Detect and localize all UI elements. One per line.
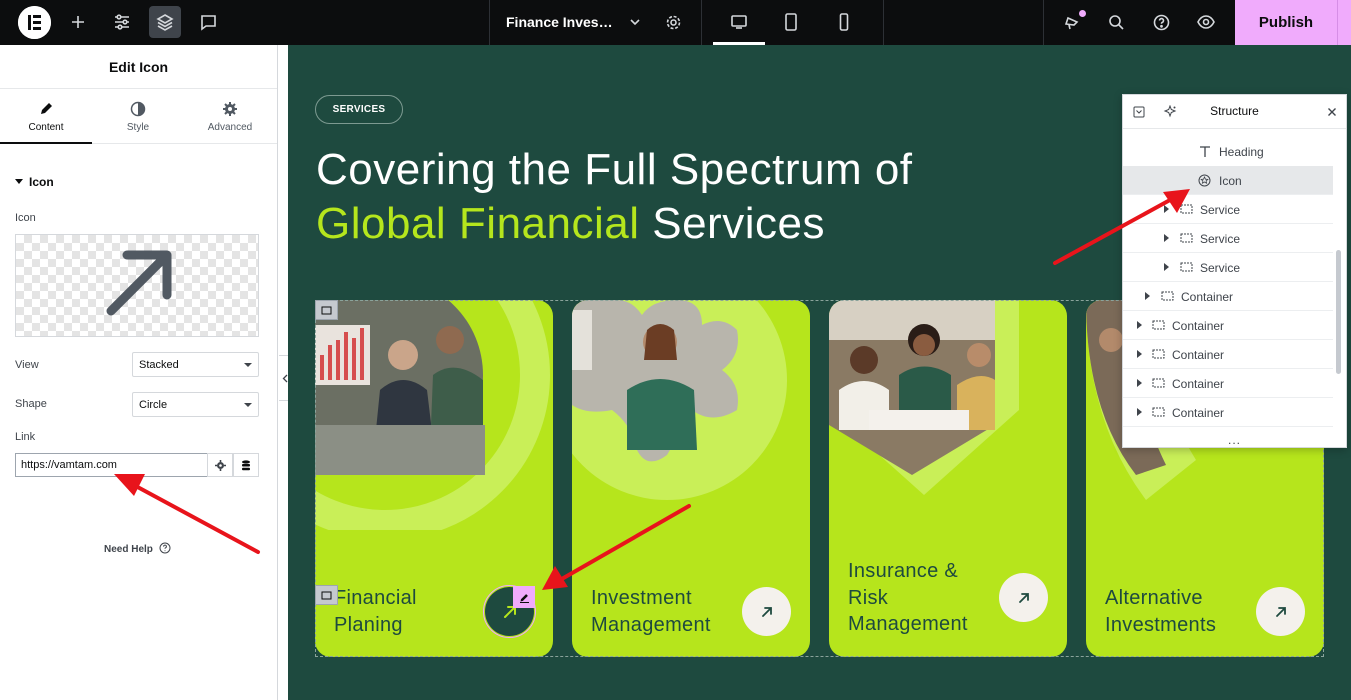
container-icon xyxy=(1152,349,1165,359)
container-handle-icon[interactable] xyxy=(315,585,338,605)
container-icon xyxy=(1180,233,1193,243)
expand-caret-icon[interactable] xyxy=(1164,234,1169,242)
tab-advanced[interactable]: Advanced xyxy=(184,89,276,144)
tab-advanced-label: Advanced xyxy=(207,122,253,133)
section-collapse-icon[interactable] xyxy=(15,179,23,184)
link-input[interactable]: https://vamtam.com xyxy=(15,453,208,477)
preview-eye-icon[interactable] xyxy=(1190,6,1222,38)
container-handle-icon[interactable] xyxy=(315,300,338,320)
services-pill[interactable]: SERVICES xyxy=(315,95,403,124)
shape-label: Shape xyxy=(15,398,47,410)
structure-row-label: Container xyxy=(1172,319,1225,333)
structure-row-icon[interactable]: Icon xyxy=(1123,166,1333,195)
structure-scrollbar[interactable] xyxy=(1336,250,1341,374)
structure-row-label: Container xyxy=(1181,290,1234,304)
need-help-label: Need Help xyxy=(104,544,153,555)
headline-highlight: Global Financial xyxy=(316,199,640,248)
structure-title: Structure xyxy=(1210,104,1259,118)
structure-row-label: Icon xyxy=(1219,174,1242,188)
expand-caret-icon[interactable] xyxy=(1164,263,1169,271)
container-icon xyxy=(1152,407,1165,417)
arrow-up-right-icon xyxy=(106,250,172,316)
structure-row-container[interactable]: Container xyxy=(1123,369,1333,398)
gear-icon xyxy=(223,102,237,116)
view-select[interactable]: Stacked xyxy=(132,352,259,377)
tab-content-label: Content xyxy=(28,122,64,133)
document-title[interactable]: Finance Investm… xyxy=(506,14,614,30)
section-title-icon[interactable]: Icon xyxy=(29,175,54,189)
structure-row-label: Container xyxy=(1172,377,1225,391)
structure-row-container[interactable]: Container xyxy=(1123,398,1333,427)
edit-widget-pencil-icon[interactable] xyxy=(513,586,535,608)
desktop-view-icon[interactable] xyxy=(723,6,755,38)
tab-content[interactable]: Content xyxy=(0,89,92,144)
tab-style[interactable]: Style xyxy=(92,89,184,144)
expand-caret-icon[interactable] xyxy=(1137,379,1142,387)
need-help-link[interactable]: Need Help xyxy=(104,542,171,555)
pencil-icon xyxy=(41,103,52,114)
structure-layers-icon[interactable] xyxy=(149,6,181,38)
structure-row-container[interactable]: Container xyxy=(1123,282,1333,311)
structure-row-heading[interactable]: Heading xyxy=(1123,137,1333,166)
site-settings-icon[interactable] xyxy=(106,6,138,38)
close-icon[interactable] xyxy=(1327,107,1337,117)
container-icon xyxy=(1152,320,1165,330)
structure-row-container[interactable]: Container xyxy=(1123,340,1333,369)
expand-caret-icon[interactable] xyxy=(1164,205,1169,213)
structure-row-label: Service xyxy=(1200,261,1241,275)
resize-handle[interactable]: ... xyxy=(1228,433,1241,447)
container-icon xyxy=(1161,291,1174,301)
icon-field-label: Icon xyxy=(15,212,36,224)
headline-line-1: Covering the Full Spectrum of xyxy=(316,145,913,194)
expand-caret-icon[interactable] xyxy=(1145,292,1150,300)
mobile-view-icon[interactable] xyxy=(828,6,860,38)
panel-title: Edit Icon xyxy=(0,45,277,89)
publish-options-button[interactable] xyxy=(1337,0,1351,45)
structure-header: Structure xyxy=(1123,95,1346,129)
expand-caret-icon[interactable] xyxy=(1137,350,1142,358)
text-icon xyxy=(1200,146,1210,157)
structure-row-label: Service xyxy=(1200,203,1241,217)
link-label: Link xyxy=(15,431,36,443)
container-icon xyxy=(1152,378,1165,388)
structure-row-service[interactable]: Service xyxy=(1123,224,1333,253)
dynamic-tags-icon[interactable] xyxy=(233,453,259,477)
publish-button[interactable]: Publish xyxy=(1235,0,1337,45)
notification-dot xyxy=(1079,10,1086,17)
view-label: View xyxy=(15,359,39,371)
edit-panel: Edit Icon Content Style Advanced Icon Ic… xyxy=(0,45,278,700)
comments-icon[interactable] xyxy=(192,6,224,38)
structure-row-label: Container xyxy=(1172,406,1225,420)
structure-panel: Structure Heading Icon Service Service S… xyxy=(1122,94,1347,448)
structure-row-service[interactable]: Service xyxy=(1123,253,1333,282)
search-icon[interactable] xyxy=(1100,6,1132,38)
tablet-view-icon[interactable] xyxy=(775,6,807,38)
elementor-logo-icon[interactable] xyxy=(18,6,51,39)
contrast-icon xyxy=(130,101,146,117)
page-headline[interactable]: Covering the Full Spectrum of Global Fin… xyxy=(316,143,913,251)
expand-caret-icon[interactable] xyxy=(1137,408,1142,416)
panel-tabs: Content Style Advanced xyxy=(0,89,277,144)
help-circle-icon xyxy=(159,542,171,554)
structure-row-label: Service xyxy=(1200,232,1241,246)
add-element-icon[interactable] xyxy=(62,6,94,38)
expand-caret-icon[interactable] xyxy=(1137,321,1142,329)
structure-row-service[interactable]: Service xyxy=(1123,195,1333,224)
structure-row-label: Heading xyxy=(1219,145,1264,159)
tab-style-label: Style xyxy=(126,122,150,133)
chevron-down-icon[interactable] xyxy=(619,6,651,38)
headline-line-2: Global Financial Services xyxy=(316,197,913,251)
headline-rest: Services xyxy=(639,199,825,248)
top-bar: Finance Investm… Publish xyxy=(0,0,1351,45)
structure-row-container[interactable]: Container xyxy=(1123,311,1333,340)
star-circle-icon xyxy=(1198,174,1211,187)
page-settings-gear-icon[interactable] xyxy=(657,6,689,38)
help-icon[interactable] xyxy=(1145,6,1177,38)
container-icon xyxy=(1180,262,1193,272)
link-options-gear-icon[interactable] xyxy=(207,453,233,477)
container-icon xyxy=(1180,204,1193,214)
shape-select[interactable]: Circle xyxy=(132,392,259,417)
icon-picker[interactable] xyxy=(15,234,259,337)
structure-row-label: Container xyxy=(1172,348,1225,362)
